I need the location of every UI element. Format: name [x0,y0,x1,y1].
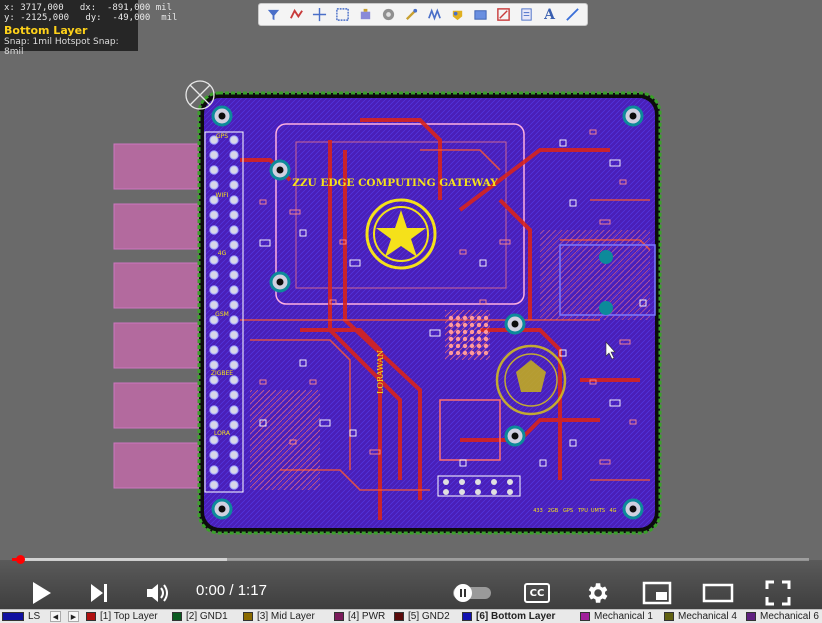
bottom-silk-label: GPS [563,508,573,514]
bottom-silk-label: TPU [577,508,588,514]
layer-tab[interactable]: Mechanical 4 [664,610,737,623]
crosshair-icon[interactable] [311,6,329,24]
captions-icon: CC [524,583,550,603]
layer-color-swatch [394,612,404,621]
connector-silk-label: LORA [214,430,231,437]
hud-y-value: -2125,000 [20,13,70,23]
layer-tab-label: [3] Mid Layer [257,611,315,622]
layer-tab[interactable]: Mechanical 1 [580,610,653,623]
progress-buffered [12,558,228,561]
diff-pair-icon[interactable] [426,6,444,24]
layer-tabs-bar: LS ◀ ▶ [1] Top Layer [2] GND1 [3] Mid Laye… [0,609,822,623]
hud-dx-value: -891,000 mil [107,3,173,13]
connector-silk-label: GSM [215,311,229,318]
polygon-pour-icon[interactable] [449,6,467,24]
theater-mode-icon [702,583,734,603]
gear-icon [588,583,608,603]
theater-mode-button[interactable] [700,578,736,608]
layer-color-swatch [664,612,674,621]
layer-tab[interactable]: [1] Top Layer [86,610,158,623]
silk-title: ZZU EDGE COMPUTING GATEWAY [292,177,498,189]
layer-tab-label: [6] Bottom Layer [476,611,556,622]
fullscreen-button[interactable] [762,578,794,608]
filter-icon[interactable] [265,6,283,24]
play-icon [33,582,51,604]
layer-tab-label: Mechanical 1 [594,611,653,622]
miniplayer-button[interactable] [640,578,674,608]
time-current: 0:00 [196,582,226,599]
layer-color-swatch [172,612,182,621]
layer-tab[interactable]: [6] Bottom Layer [462,610,555,623]
bottom-silk-label: UMTS [591,508,605,514]
layer-tab-label: Mechanical 6 [760,611,819,622]
via-tool-icon[interactable] [403,6,421,24]
connector-silk-label: WIFI [216,192,229,199]
text-string-icon[interactable]: A [541,6,559,24]
current-layer-swatch [2,612,24,621]
layer-tab[interactable]: [2] GND1 [172,610,228,623]
hud-snap: Snap: 1mil Hotspot Snap: 8mil [4,37,119,57]
select-rectangle-icon[interactable] [334,6,352,24]
active-bar-toolbar: A [258,3,588,26]
bottom-silk-label: 4G [609,508,616,514]
settings-button[interactable] [582,578,612,608]
bottom-silk-label: 433 [533,508,543,514]
layer-tab-label: [5] GND2 [408,611,450,622]
skip-next-icon [91,584,107,602]
layer-tab-label: Mechanical 4 [678,611,737,622]
layer-color-swatch [334,612,344,621]
layer-tab[interactable]: [3] Mid Layer [243,610,315,623]
layer-scroll-left-icon[interactable]: ◀ [50,611,61,622]
connector-silk-label: 4G [218,250,227,257]
volume-icon [147,584,168,602]
layer-tab-label: [1] Top Layer [100,611,158,622]
region-icon[interactable] [472,6,490,24]
hud-dy-value: -49,000 mil [112,13,178,23]
time-total: 1:17 [237,582,267,599]
time-display: 0:00 / 1:17 [196,582,267,599]
current-layer-label: LS [28,611,41,622]
component-icon[interactable] [357,6,375,24]
dimension-icon[interactable] [495,6,513,24]
connector-silk-label: GPS [216,133,228,140]
next-button[interactable] [84,578,114,608]
layer-tab-label: [4] PWR [348,611,386,622]
pad-icon[interactable] [380,6,398,24]
play-button[interactable] [24,578,58,608]
layer-color-swatch [86,612,96,621]
captions-button[interactable]: CC [522,580,552,606]
autoplay-toggle-icon [453,584,491,602]
interactive-route-icon[interactable] [288,6,306,24]
layer-color-swatch [243,612,253,621]
layer-tab-label: [2] GND1 [186,611,228,622]
layer-color-swatch [746,612,756,621]
coordinate-hud: x: 3717,000 dx: -891,000 mil y: -2125,00… [0,0,177,57]
video-controls-bar [0,560,822,610]
autoplay-toggle[interactable] [451,583,493,603]
volume-button[interactable] [142,578,174,608]
silk-lorawan: LORAWAN [376,350,385,394]
layer-scroll-right-icon[interactable]: ▶ [68,611,79,622]
layer-tab[interactable]: [5] GND2 [394,610,450,623]
layer-tab[interactable]: Mechanical 6 [746,610,819,623]
current-layer-indicator[interactable]: LS [2,610,40,623]
hud-current-layer: Bottom Layer [4,24,88,37]
bottom-silk-label: 2GB [548,508,559,514]
pcb-board-view[interactable]: ZZU EDGE COMPUTING GATEWAY LORAWAN GPS WI… [0,0,822,560]
antenna-keepout-regions [113,143,205,489]
scrubber-handle[interactable] [15,555,25,564]
pcb-canvas[interactable]: ZZU EDGE COMPUTING GATEWAY LORAWAN GPS WI… [0,0,822,560]
hud-x-value: 3717,000 [20,3,64,13]
layer-color-swatch [580,612,590,621]
connector-silk-label: ZIGBEE [211,370,233,377]
layer-color-swatch [462,612,472,621]
layer-tab[interactable]: [4] PWR [334,610,385,623]
keepout-icon[interactable] [518,6,536,24]
line-tool-icon[interactable] [564,6,582,24]
miniplayer-icon [642,581,672,605]
fullscreen-icon [765,580,791,606]
